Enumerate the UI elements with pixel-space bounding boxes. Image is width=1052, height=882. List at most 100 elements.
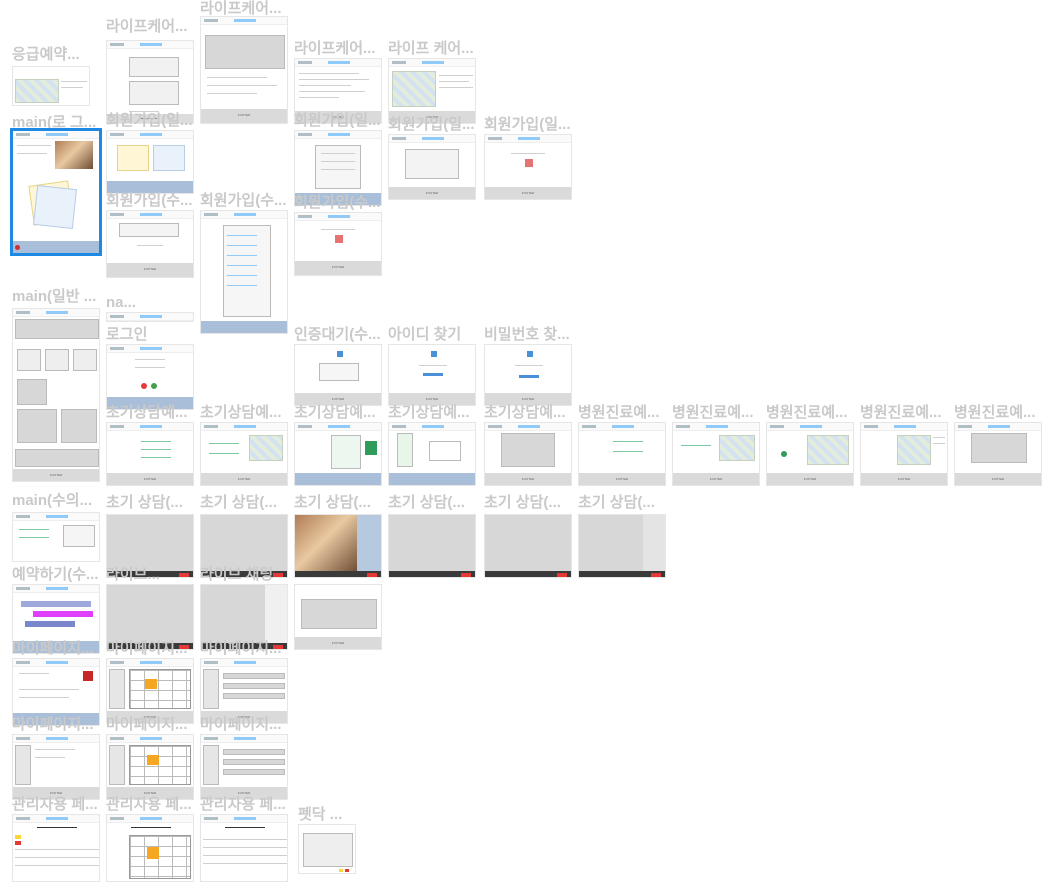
frame-thumbnail[interactable] [12,512,100,562]
frame-lifecare-4[interactable]: 라이프 케어... FOOTER [386,40,478,126]
frame-title[interactable]: 회원가입(수... [106,192,193,209]
frame-signup-vet-1[interactable]: 회원가입(수... FOOTER [104,192,196,280]
frame-unlabeled-1[interactable]: FOOTER [294,584,384,652]
frame-mypage-3[interactable]: 마이페이지... FOOTER [198,640,294,726]
frame-hospital-booking-2[interactable]: 병원진료예... FOOTER [670,404,762,488]
frame-title[interactable]: 초기 상담(... [578,494,655,511]
frame-thumbnail[interactable] [10,128,102,256]
frame-title[interactable]: 관리자용 페... [200,796,286,813]
frame-title[interactable]: 초기상담예... [106,404,188,421]
frame-mypage-2[interactable]: 마이페이지... FOOTER [104,640,196,726]
frame-title[interactable]: 응급예약... [12,46,80,63]
frame-thumbnail[interactable] [388,422,476,486]
frame-thumbnail[interactable]: FOOTER [106,210,194,278]
frame-hospital-booking-4[interactable]: 병원진료예... FOOTER [858,404,950,488]
frame-title[interactable]: 마이페이지... [200,716,282,733]
frame-title[interactable]: 초기상담예... [294,404,376,421]
frame-title[interactable]: 라이브... [106,566,160,583]
frame-thumbnail[interactable]: FOOTER [12,734,100,800]
frame-thumbnail[interactable] [298,824,356,874]
frame-thumbnail[interactable]: FOOTER [954,422,1042,486]
frame-thumbnail[interactable] [294,422,382,486]
frame-thumbnail[interactable]: FOOTER [860,422,948,486]
frame-thumbnail[interactable] [106,312,194,322]
frame-signup-general-1[interactable]: 회원가입(일... [104,112,196,196]
frame-title[interactable]: 초기상담예... [388,404,470,421]
frame-thumbnail[interactable] [12,66,90,106]
frame-thumbnail[interactable]: FOOTER [484,422,572,486]
frame-title[interactable]: na... [106,294,136,311]
frame-hospital-booking-1[interactable]: 병원진료예... FOOTER [576,404,668,488]
frame-title[interactable]: main(수의... [12,492,92,509]
frame-mypage-5[interactable]: 마이페이지... FOOTER [104,716,196,802]
frame-title[interactable]: 라이프 케어... [388,40,474,57]
frame-emergency-booking[interactable]: 응급예약... [10,46,92,108]
frame-nav[interactable]: na... [104,294,196,324]
frame-initial-consult-booking-1[interactable]: 초기상담예... FOOTER [104,404,196,488]
frame-thumbnail[interactable]: FOOTER [200,16,288,124]
frame-thumbnail[interactable]: FOOTER [200,422,288,486]
frame-initial-consult-5[interactable]: 초기 상담(... [482,494,574,580]
frame-petdoc[interactable]: 펫닥 ... [296,806,358,876]
frame-title[interactable]: 인증대기(수... [294,326,381,343]
frame-find-password[interactable]: 비밀번호 찾... FOOTER [482,326,574,408]
frame-title[interactable]: 초기 상담(... [200,494,277,511]
frame-thumbnail[interactable]: FOOTER [12,308,100,482]
frame-title[interactable]: 병원진료예... [954,404,1036,421]
frame-title[interactable]: 펫닥 ... [298,806,342,823]
frame-title[interactable]: 관리자용 페... [12,796,98,813]
frame-title[interactable]: 초기상담예... [200,404,282,421]
frame-title[interactable]: 아이디 찾기 [388,326,461,343]
frame-thumbnail[interactable] [106,344,194,410]
frame-signup-vet-2[interactable]: 회원가입(수... [198,192,290,336]
frame-thumbnail[interactable]: FOOTER [578,422,666,486]
frame-title[interactable]: 초기 상담(... [484,494,561,511]
frame-admin-3[interactable]: 관리자용 페... [198,796,294,882]
frame-signup-general-4[interactable]: 회원가입(일... FOOTER [482,116,574,202]
frame-thumbnail[interactable]: FOOTER [200,658,288,724]
frame-thumbnail[interactable] [388,514,476,578]
frame-admin-2[interactable]: 관리자용 페... [104,796,196,882]
frame-signup-vet-3[interactable]: 회원가입(수... FOOTER [292,194,384,278]
frame-title[interactable]: 회원가입(일... [484,116,571,133]
frame-hospital-booking-3[interactable]: 병원진료예... FOOTER [764,404,856,488]
frame-thumbnail[interactable]: FOOTER [388,58,476,124]
frame-main-login[interactable]: main(로 그... [10,114,102,256]
frame-title[interactable]: 라이프케어... [200,0,282,17]
frame-thumbnail[interactable]: FOOTER [766,422,854,486]
frame-thumbnail[interactable] [294,514,382,578]
frame-initial-consult-booking-2[interactable]: 초기상담예... FOOTER [198,404,290,488]
frame-thumbnail[interactable] [106,814,194,882]
frame-title[interactable]: 회원가입(수... [200,192,287,209]
frame-mypage-6[interactable]: 마이페이지... FOOTER [198,716,294,802]
frame-thumbnail[interactable]: FOOTER [106,658,194,724]
frame-main-general[interactable]: main(일반 ... FOOTER [10,288,102,484]
frame-title[interactable]: main(일반 ... [12,288,96,305]
frame-title[interactable]: 마이페이지... [200,640,282,657]
frame-thumbnail[interactable]: FOOTER [672,422,760,486]
frame-title[interactable]: 로그인 [106,326,147,343]
frame-title[interactable]: 관리자용 페... [106,796,192,813]
frame-title[interactable]: 회원가입(일... [388,116,475,133]
frame-title[interactable]: 마이페이지... [12,640,94,657]
frame-thumbnail[interactable] [578,514,666,578]
frame-login[interactable]: 로그인 [104,326,196,412]
frame-initial-consult-booking-5[interactable]: 초기상담예... FOOTER [482,404,574,488]
frame-title[interactable]: 초기 상담(... [294,494,371,511]
frame-title[interactable]: 마이페이지... [12,716,94,733]
frame-title[interactable]: 마이페이지... [106,640,188,657]
frame-thumbnail[interactable]: FOOTER [200,734,288,800]
frame-thumbnail[interactable]: FOOTER [106,422,194,486]
frame-title[interactable]: 병원진료예... [860,404,942,421]
frame-thumbnail[interactable] [200,814,288,882]
frame-hospital-booking-5[interactable]: 병원진료예... FOOTER [952,404,1044,488]
frame-thumbnail[interactable] [106,130,194,194]
design-canvas[interactable]: 응급예약... 라이프케어... 라이프케어... FOOTER 라이프케어..… [0,0,1052,882]
frame-thumbnail[interactable] [484,514,572,578]
frame-title[interactable]: 초기 상담(... [106,494,183,511]
frame-lifecare-2[interactable]: 라이프케어... FOOTER [198,0,290,126]
frame-title[interactable]: 회원가입(일... [106,112,193,129]
frame-title[interactable]: 마이페이지... [106,716,188,733]
frame-thumbnail[interactable]: FOOTER [484,344,572,406]
frame-title[interactable]: 예약하기(수... [12,566,99,583]
